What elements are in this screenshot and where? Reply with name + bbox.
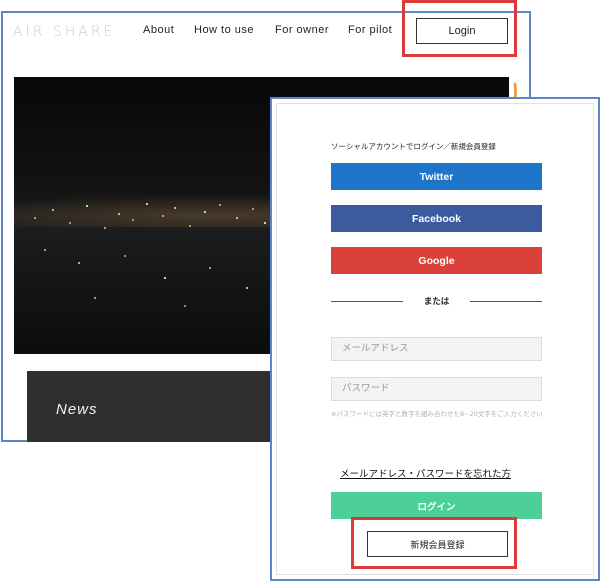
news-section: News bbox=[27, 371, 277, 442]
city-light bbox=[69, 222, 71, 224]
city-light bbox=[132, 219, 134, 221]
city-light bbox=[204, 211, 206, 213]
or-divider: または bbox=[331, 294, 542, 308]
city-light bbox=[86, 205, 88, 207]
city-light bbox=[162, 215, 164, 217]
city-light bbox=[174, 207, 176, 209]
nav-about[interactable]: About bbox=[143, 24, 174, 36]
city-light bbox=[246, 287, 248, 289]
city-light bbox=[264, 222, 266, 224]
divider-line-right bbox=[470, 301, 542, 302]
city-light bbox=[52, 209, 54, 211]
google-login-button[interactable]: Google bbox=[331, 247, 542, 274]
nav-for-pilot[interactable]: For pilot bbox=[348, 24, 392, 36]
login-highlight-box bbox=[402, 0, 517, 57]
login-submit-button[interactable]: ログイン bbox=[331, 492, 542, 519]
city-light bbox=[146, 203, 148, 205]
city-light bbox=[78, 262, 80, 264]
city-light bbox=[236, 217, 238, 219]
forgot-credentials-link[interactable]: メールアドレス・パスワードを忘れた方 bbox=[340, 466, 511, 480]
city-light bbox=[94, 297, 96, 299]
twitter-login-button[interactable]: Twitter bbox=[331, 163, 542, 190]
city-light bbox=[164, 277, 166, 279]
city-light bbox=[189, 225, 191, 227]
password-input[interactable]: パスワード bbox=[331, 377, 542, 401]
site-logo[interactable]: AIR SHARE bbox=[13, 24, 115, 40]
city-light bbox=[104, 227, 106, 229]
email-input[interactable]: メールアドレス bbox=[331, 337, 542, 361]
password-hint: ※パスワードには英字と数字を組み合わせた8~20文字をご入力ください bbox=[331, 410, 543, 418]
login-panel: ソーシャルアカウントでログイン／新規会員登録 Twitter Facebook … bbox=[270, 97, 600, 581]
city-light bbox=[44, 249, 46, 251]
social-login-heading: ソーシャルアカウントでログイン／新規会員登録 bbox=[331, 142, 496, 151]
city-light bbox=[252, 208, 254, 210]
facebook-login-button[interactable]: Facebook bbox=[331, 205, 542, 232]
city-light bbox=[209, 267, 211, 269]
city-light bbox=[34, 217, 36, 219]
city-light bbox=[184, 305, 186, 307]
city-light bbox=[118, 213, 120, 215]
nav-for-owner[interactable]: For owner bbox=[275, 24, 329, 36]
city-light bbox=[124, 255, 126, 257]
city-light bbox=[219, 204, 221, 206]
news-title: News bbox=[56, 401, 98, 418]
register-highlight-box bbox=[351, 517, 517, 569]
nav-how-to-use[interactable]: How to use bbox=[194, 24, 254, 36]
